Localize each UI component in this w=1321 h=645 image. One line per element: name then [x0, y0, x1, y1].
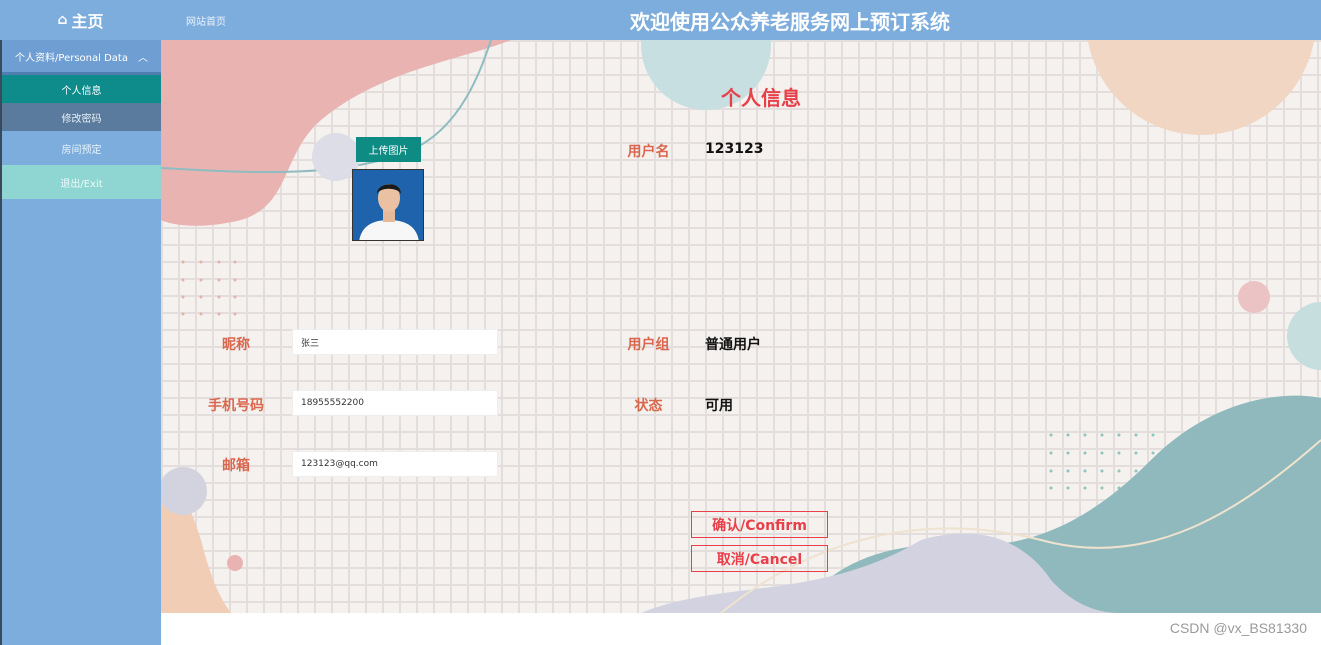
email-input[interactable]: 123123@qq.com	[292, 451, 498, 477]
sidebar-item-room-booking[interactable]: 房间预定	[2, 131, 161, 165]
nickname-label: 昵称	[222, 337, 250, 353]
sidebar-group-label: 个人资料/Personal Data	[15, 52, 128, 64]
phone-label: 手机号码	[208, 398, 264, 414]
avatar-image	[352, 169, 424, 241]
username-value: 123123	[705, 141, 764, 157]
sidebar-item-profile[interactable]: 个人信息	[2, 75, 161, 103]
home-label: 主页	[71, 12, 104, 31]
watermark: CSDN @vx_BS81330	[1169, 620, 1307, 636]
sidebar-item-exit[interactable]: 退出/Exit	[2, 165, 161, 199]
page-title: 个人信息	[721, 86, 801, 110]
cancel-button[interactable]: 取消/Cancel	[691, 545, 828, 572]
chevron-up-icon: ︿	[137, 52, 148, 64]
home-link[interactable]: ⌂ 主页	[0, 0, 161, 40]
sidebar-item-change-password[interactable]: 修改密码	[2, 103, 161, 131]
nickname-input[interactable]: 张三	[292, 329, 498, 355]
username-label: 用户名	[627, 144, 670, 160]
main-content: 个人信息 上传图片 昵称 张三 手机号码 18955552200 邮箱 1231…	[161, 40, 1321, 613]
status-label: 状态	[634, 398, 663, 414]
upload-image-button[interactable]: 上传图片	[356, 137, 421, 162]
home-icon: ⌂	[57, 12, 68, 28]
confirm-button[interactable]: 确认/Confirm	[691, 511, 828, 538]
status-value: 可用	[705, 398, 733, 414]
sidebar: 个人资料/Personal Data ︿ 个人信息 修改密码 房间预定 退出/E…	[0, 40, 161, 645]
usergroup-label: 用户组	[627, 337, 670, 353]
sidebar-group-personal-data[interactable]: 个人资料/Personal Data ︿	[2, 40, 161, 75]
phone-input[interactable]: 18955552200	[292, 390, 498, 416]
top-bar: ⌂ 主页 网站首页 欢迎使用公众养老服务网上预订系统	[0, 0, 1321, 40]
bottom-strip	[161, 613, 1321, 645]
email-label: 邮箱	[222, 458, 250, 474]
portrait-illustration	[353, 170, 423, 240]
system-title: 欢迎使用公众养老服务网上预订系统	[630, 10, 950, 34]
usergroup-value: 普通用户	[705, 337, 761, 353]
site-home-link[interactable]: 网站首页	[186, 13, 226, 28]
